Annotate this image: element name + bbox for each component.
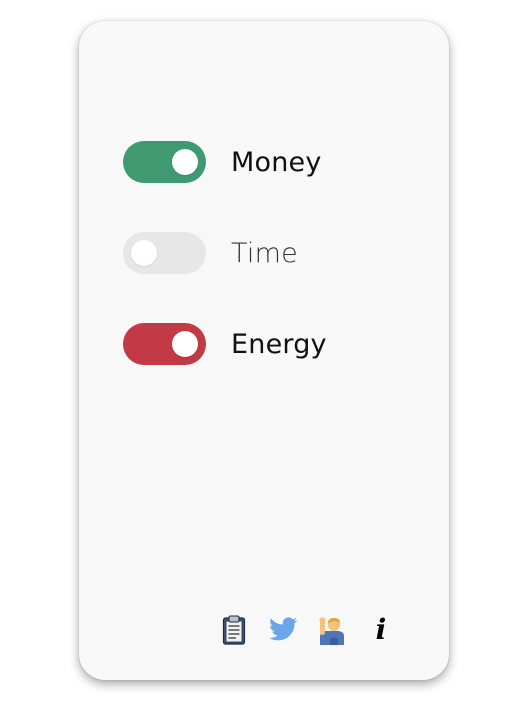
person-raising-hand-icon[interactable]: [317, 615, 347, 645]
clipboard-icon[interactable]: [219, 615, 249, 645]
toggle-row-money: Money: [123, 141, 322, 183]
toggle-knob: [172, 149, 198, 175]
toggle-row-energy: Energy: [123, 323, 327, 365]
toggle-row-time: Time: [123, 232, 298, 274]
time-label: Time: [231, 237, 298, 269]
toggle-knob: [131, 240, 157, 266]
energy-toggle[interactable]: [123, 323, 206, 365]
toggle-knob: [172, 331, 198, 357]
energy-label: Energy: [231, 328, 327, 360]
money-toggle[interactable]: [123, 141, 206, 183]
time-toggle[interactable]: [123, 232, 206, 274]
info-glyph: i: [375, 613, 387, 646]
info-icon[interactable]: i: [366, 615, 396, 645]
twitter-bird-icon[interactable]: [268, 615, 298, 645]
footer-icon-bar: i: [219, 615, 396, 645]
money-label: Money: [231, 146, 322, 178]
toggle-card: Money Time Energy i: [79, 21, 449, 680]
